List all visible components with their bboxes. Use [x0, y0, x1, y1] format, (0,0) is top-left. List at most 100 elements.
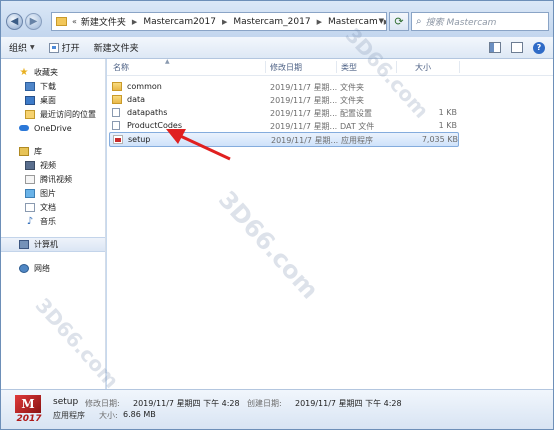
file-date: 2019/11/7 星期... — [270, 122, 338, 131]
nav-libraries[interactable]: 库 — [1, 144, 105, 158]
nav-label: 网络 — [34, 263, 50, 273]
address-bar[interactable]: « 新建文件夹 ▶ Mastercam2017 ▶ Mastercam_2017… — [51, 12, 387, 31]
file-row-selected[interactable]: setup 2019/11/7 星期... 应用程序 7,035 KB — [109, 132, 459, 147]
picture-icon — [25, 188, 35, 198]
nav-label: 文档 — [40, 202, 56, 212]
desktop-icon — [25, 95, 35, 105]
new-folder-button[interactable]: 新建文件夹 — [94, 41, 139, 54]
cloud-icon — [19, 125, 29, 131]
nav-label: OneDrive — [34, 123, 72, 133]
red-arrow-annotation — [166, 129, 231, 161]
size-value: 6.86 MB — [123, 410, 156, 419]
nav-item-desktop[interactable]: 桌面 — [1, 93, 105, 107]
chevron-right-icon[interactable]: ▶ — [384, 18, 386, 26]
column-header-size[interactable]: 大小 — [415, 62, 431, 73]
nav-item-pictures[interactable]: 图片 — [1, 186, 105, 200]
breadcrumb-item[interactable]: Mastercam2017 — [143, 17, 216, 27]
nav-onedrive[interactable]: OneDrive — [1, 121, 105, 135]
nav-item-tencent-video[interactable]: 腾讯视频 — [1, 172, 105, 186]
search-icon: ⌕ — [416, 16, 422, 27]
recent-places-icon — [25, 109, 35, 119]
dat-file-icon — [112, 121, 120, 130]
breadcrumb-item[interactable]: Mastercam_2017 — [233, 17, 310, 27]
modified-label: 修改日期: — [85, 399, 120, 408]
refresh-button[interactable]: ⟳ — [389, 12, 409, 31]
file-date: 2019/11/7 星期... — [270, 109, 338, 118]
setup-exe-icon — [113, 135, 123, 144]
change-view-icon[interactable] — [489, 42, 501, 53]
size-label: 大小: — [99, 411, 118, 420]
folder-icon — [112, 82, 122, 91]
breadcrumb-item[interactable]: 新建文件夹 — [81, 15, 126, 28]
open-icon — [48, 42, 59, 53]
modified-value: 2019/11/7 星期四 下午 4:28 — [133, 399, 240, 408]
nav-label: 计算机 — [34, 240, 58, 249]
nav-item-recent-places[interactable]: 最近访问的位置 — [1, 107, 105, 121]
nav-label: 桌面 — [40, 95, 56, 105]
search-input[interactable]: ⌕ 搜索 Mastercam — [411, 12, 549, 31]
file-date: 2019/11/7 星期... — [270, 83, 338, 92]
nav-favorites[interactable]: ★ 收藏夹 — [1, 65, 105, 79]
help-icon[interactable]: ? — [533, 42, 545, 54]
logo-year: 2017 — [16, 414, 42, 424]
file-date: 2019/11/7 星期... — [270, 96, 338, 105]
back-button[interactable]: ◀ — [6, 13, 23, 30]
download-folder-icon — [25, 81, 35, 91]
file-type: DAT 文件 — [340, 122, 375, 131]
tencent-video-icon — [25, 174, 35, 184]
file-row[interactable]: datapaths 2019/11/7 星期... 配置设置 1 KB — [109, 107, 459, 120]
nav-label: 下载 — [40, 81, 56, 91]
star-icon: ★ — [19, 66, 29, 78]
nav-label: 图片 — [40, 188, 56, 198]
folder-icon — [56, 17, 67, 26]
config-file-icon — [112, 108, 120, 117]
search-placeholder: 搜索 Mastercam — [425, 18, 497, 28]
nav-network[interactable]: 网络 — [1, 261, 105, 275]
created-label: 创建日期: — [247, 399, 282, 408]
new-folder-label: 新建文件夹 — [93, 44, 139, 54]
column-header-name[interactable]: 名称 — [113, 62, 129, 73]
document-icon — [25, 202, 35, 212]
command-bar: 组织 ▼ 打开 新建文件夹 ? — [1, 37, 553, 59]
chevron-right-icon[interactable]: ▶ — [222, 18, 227, 26]
file-name: setup — [128, 135, 151, 144]
file-size: 1 KB — [438, 121, 457, 130]
file-type: 应用程序 — [341, 136, 373, 145]
file-name: data — [127, 95, 146, 104]
nav-label: 腾讯视频 — [40, 174, 72, 184]
open-button[interactable]: 打开 — [48, 41, 80, 54]
mastercam-logo: M 2017 — [13, 395, 45, 425]
file-size: 1 KB — [438, 108, 457, 117]
address-bar-row: ◀ ▶ « 新建文件夹 ▶ Mastercam2017 ▶ Mastercam_… — [1, 1, 553, 37]
preview-pane-icon[interactable] — [511, 42, 523, 53]
nav-item-downloads[interactable]: 下载 — [1, 79, 105, 93]
nav-label: 视频 — [40, 160, 56, 170]
file-type: 文件夹 — [340, 96, 364, 105]
sort-caret-icon: ▲ — [165, 58, 170, 65]
nav-item-documents[interactable]: 文档 — [1, 200, 105, 214]
details-file-name: setup — [53, 397, 79, 407]
chevron-right-icon[interactable]: ▶ — [317, 18, 322, 26]
chevron-down-icon[interactable]: ▼ — [379, 17, 384, 25]
column-header-row: 名称 ▲ 修改日期 类型 大小 — [107, 58, 553, 76]
created-value: 2019/11/7 星期四 下午 4:28 — [295, 399, 402, 408]
column-header-type[interactable]: 类型 — [341, 62, 357, 73]
column-header-date[interactable]: 修改日期 — [270, 62, 302, 73]
music-note-icon: ♪ — [26, 215, 34, 227]
nav-label: 收藏夹 — [34, 67, 58, 77]
nav-computer[interactable]: 计算机 — [1, 237, 105, 252]
breadcrumb-item[interactable]: Mastercam — [328, 17, 378, 27]
file-size: 7,035 KB — [421, 135, 458, 144]
file-row[interactable]: data 2019/11/7 星期... 文件夹 — [109, 94, 459, 107]
computer-icon — [19, 240, 29, 249]
nav-item-music[interactable]: ♪ 音乐 — [1, 214, 105, 228]
file-row[interactable]: common 2019/11/7 星期... 文件夹 — [109, 81, 459, 94]
forward-button[interactable]: ▶ — [25, 13, 42, 30]
chevron-down-icon: ▼ — [30, 44, 35, 51]
organize-menu[interactable]: 组织 ▼ — [9, 41, 35, 54]
chevron-right-icon[interactable]: ▶ — [132, 18, 137, 26]
file-type: 文件夹 — [340, 83, 364, 92]
chevron-double-left-icon[interactable]: « — [72, 17, 77, 26]
nav-item-videos[interactable]: 视频 — [1, 158, 105, 172]
video-icon — [25, 160, 35, 170]
